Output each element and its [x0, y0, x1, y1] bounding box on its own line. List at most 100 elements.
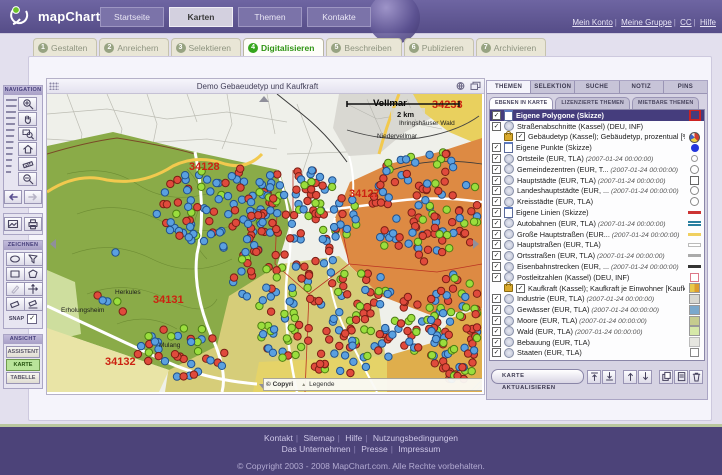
draw-ellipse-button[interactable] [6, 252, 25, 266]
footer-link-nutzungsbedingungen[interactable]: Nutzungsbedingungen [373, 433, 458, 443]
footer-link-impressum[interactable]: Impressum [398, 444, 440, 454]
new-layer-button[interactable] [674, 370, 688, 384]
layer-checkbox[interactable]: ✓ [492, 165, 501, 174]
layer-checkbox[interactable]: ✓ [492, 327, 501, 336]
footer-link-kontakt[interactable]: Kontakt [264, 433, 293, 443]
nav-startseite[interactable]: Startseite [100, 7, 164, 27]
layer-row[interactable]: ✓Moore (EUR, TLA) (2007-01-24 00:00:00) [490, 315, 704, 326]
layer-checkbox[interactable]: ✓ [492, 230, 501, 239]
layer-row[interactable]: ✓Industrie (EUR, TLA) (2007-01-24 00:00:… [490, 294, 704, 305]
view-assistent-button[interactable]: ASSISTENT [6, 346, 40, 358]
footer-link-unternehmen[interactable]: Das Unternehmen [282, 444, 351, 454]
zoom-window-button[interactable] [18, 127, 37, 141]
layer-row[interactable]: ✓Eigene Linien (Skizze) [490, 207, 704, 218]
update-map-button[interactable]: KARTE AKTUALISIEREN [491, 369, 584, 384]
move-layer-top-button[interactable] [587, 370, 601, 384]
layer-checkbox[interactable]: ✓ [516, 132, 525, 141]
copy-layer-button[interactable] [659, 370, 673, 384]
print-button[interactable] [24, 217, 42, 231]
layer-row[interactable]: ✓Postleitzahlen (Kassel) (DEU, INF) [490, 272, 704, 283]
nav-kontakte[interactable]: Kontakte [307, 7, 371, 27]
view-karte-button[interactable]: KARTE [6, 359, 40, 371]
layer-row[interactable]: ✓Hauptstädte (EUR, TLA) (2007-01-24 00:0… [490, 175, 704, 186]
layer-checkbox[interactable]: ✓ [492, 316, 501, 325]
delete-layer-button[interactable] [689, 370, 703, 384]
link-hilfe[interactable]: Hilfe [700, 18, 716, 27]
layer-checkbox[interactable]: ✓ [492, 251, 501, 260]
subtab-mietbare-themen[interactable]: MIETBARE THEMEN [632, 97, 699, 109]
detach-window-icon[interactable] [470, 81, 481, 91]
zoom-slider[interactable] [6, 99, 17, 173]
layer-row[interactable]: ✓Straßenabschnitte (Kassel) (DEU, INF) [490, 121, 704, 132]
nav-themen[interactable]: Themen [238, 7, 302, 27]
layer-checkbox[interactable]: ✓ [492, 208, 501, 217]
drag-handle-icon[interactable] [49, 82, 59, 90]
layer-row[interactable]: ✓Eigene Polygone (Skizze) [490, 110, 704, 121]
tab-suche[interactable]: SUCHE [575, 81, 619, 93]
layer-row[interactable]: ✓Eisenbahnstrecken (EUR, ... (2007-01-24… [490, 261, 704, 272]
layer-checkbox[interactable]: ✓ [492, 122, 501, 131]
tab-selektieren[interactable]: 3Selektieren [171, 38, 242, 56]
layer-checkbox[interactable]: ✓ [492, 154, 501, 163]
layer-checkbox[interactable]: ✓ [492, 176, 501, 185]
footer-link-hilfe[interactable]: Hilfe [345, 433, 362, 443]
measure-button[interactable] [18, 157, 37, 171]
tab-gestalten[interactable]: 1Gestalten [33, 38, 97, 56]
layer-checkbox[interactable]: ✓ [492, 240, 501, 249]
tab-notiz[interactable]: NOTIZ [620, 81, 664, 93]
layer-row[interactable]: ✓Große Hauptstraßen (EUR... (2007-01-24 … [490, 229, 704, 240]
layer-checkbox[interactable]: ✓ [492, 294, 501, 303]
tab-selektion[interactable]: SELEKTION [531, 81, 575, 93]
link-cc[interactable]: CC [680, 18, 692, 27]
legend-toggle[interactable]: © Copyri ▲ Legende [263, 378, 482, 391]
move-layer-down-button[interactable] [638, 370, 652, 384]
footer-link-presse[interactable]: Presse [361, 444, 387, 454]
tab-publizieren[interactable]: 6Publizieren [404, 38, 474, 56]
tab-themen[interactable]: THEMEN [487, 81, 531, 93]
snap-checkbox[interactable]: ✓ [27, 314, 37, 324]
layer-row[interactable]: ✓Kaufkraft (Kassel); Kaufkraft je Einwoh… [490, 283, 704, 294]
tab-beschreiben[interactable]: 5Beschreiben [326, 38, 401, 56]
layer-checkbox[interactable]: ✓ [492, 143, 501, 152]
tab-archivieren[interactable]: 7Archivieren [476, 38, 547, 56]
layer-row[interactable]: ✓Eigene Punkte (Skizze) [490, 142, 704, 153]
layer-row[interactable]: ✓Hauptstraßen (EUR, TLA) [490, 240, 704, 251]
move-node-button[interactable] [24, 282, 43, 296]
layer-row[interactable]: ✓Staaten (EUR, TLA) [490, 348, 704, 359]
draw-lasso-button[interactable] [24, 252, 43, 266]
zoom-in-button[interactable] [18, 97, 37, 111]
tab-anreichern[interactable]: 2Anreichern [99, 38, 168, 56]
link-meine-gruppe[interactable]: Meine Gruppe [621, 18, 672, 27]
layer-checkbox[interactable]: ✓ [492, 338, 501, 347]
footer-link-sitemap[interactable]: Sitemap [303, 433, 334, 443]
nav-karten[interactable]: Karten [169, 7, 233, 27]
link-mein-konto[interactable]: Mein Konto [572, 18, 612, 27]
layer-row[interactable]: ✓Gebäudetyp (Kassel); Gebäudetyp, prozen… [490, 132, 704, 143]
map-options-icon[interactable] [456, 81, 467, 91]
draw-polygon-button[interactable] [24, 267, 43, 281]
tab-pins[interactable]: PINS [664, 81, 707, 93]
layer-checkbox[interactable]: ✓ [492, 219, 501, 228]
full-extent-button[interactable] [18, 142, 37, 156]
draw-rectangle-button[interactable] [6, 267, 25, 281]
layer-row[interactable]: ✓Gemeindezentren (EUR, T... (2007-01-24 … [490, 164, 704, 175]
layer-row[interactable]: ✓Wald (EUR, TLA) (2007-01-24 00:00:00) [490, 326, 704, 337]
layer-checkbox[interactable]: ✓ [492, 186, 501, 195]
layer-row[interactable]: ✓Bebauung (EUR, TLA) [490, 337, 704, 348]
layer-row[interactable]: ✓Kreisstädte (EUR, TLA) [490, 196, 704, 207]
move-layer-bottom-button[interactable] [602, 370, 616, 384]
layer-row[interactable]: ✓Landeshauptstädte (EUR, ... (2007-01-24… [490, 186, 704, 197]
layer-checkbox[interactable]: ✓ [492, 262, 501, 271]
layer-row[interactable]: ✓Ortsteile (EUR, TLA) (2007-01-24 00:00:… [490, 153, 704, 164]
layer-row[interactable]: ✓Ortsstraßen (EUR, TLA) (2007-01-24 00:0… [490, 250, 704, 261]
pan-button[interactable] [18, 112, 37, 126]
layer-checkbox[interactable]: ✓ [516, 284, 525, 293]
layer-checkbox[interactable]: ✓ [492, 305, 501, 314]
eraser-line-button[interactable] [24, 297, 43, 311]
layer-checkbox[interactable]: ✓ [492, 111, 501, 120]
layer-row[interactable]: ✓Autobahnen (EUR, TLA) (2007-01-24 00:00… [490, 218, 704, 229]
eraser-button[interactable] [6, 297, 25, 311]
layer-checkbox[interactable]: ✓ [492, 197, 501, 206]
move-layer-up-button[interactable] [623, 370, 637, 384]
layer-checkbox[interactable]: ✓ [492, 273, 501, 282]
